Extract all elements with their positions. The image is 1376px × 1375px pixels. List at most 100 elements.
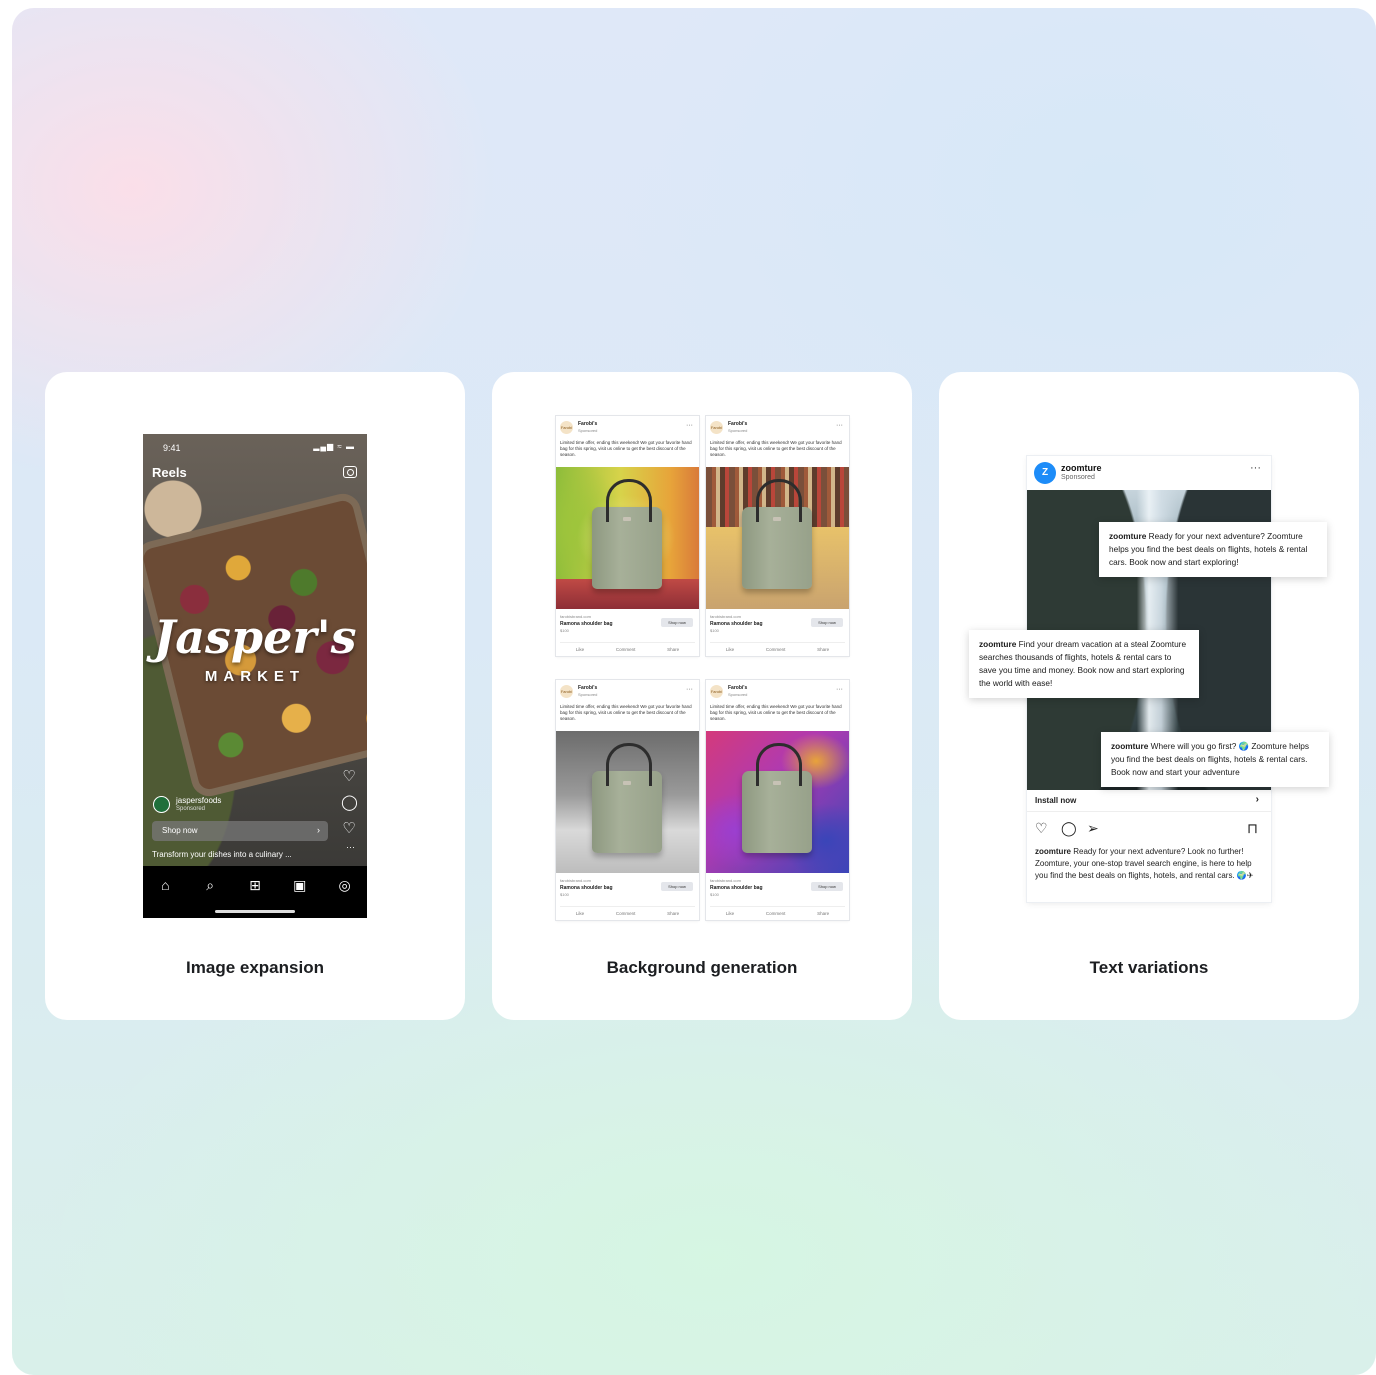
ad-preview: Farobi Farobi's Sponsored ··· Limited time …: [706, 680, 849, 920]
ad-domain: farobisbrand.com: [560, 614, 591, 619]
shop-now-label: Shop now: [162, 826, 198, 835]
ad-image-colorful-paint: [706, 731, 849, 873]
like-button[interactable]: Like: [576, 911, 584, 916]
sponsored-label: Sponsored: [578, 428, 598, 433]
share-button[interactable]: Share: [667, 647, 679, 652]
more-icon[interactable]: ···: [686, 422, 693, 429]
avatar[interactable]: [153, 796, 170, 813]
card-title: Image expansion: [186, 958, 324, 977]
share-button[interactable]: Share: [817, 647, 829, 652]
heart-icon[interactable]: ♡: [341, 764, 357, 790]
more-icon[interactable]: ···: [836, 686, 843, 693]
ad-product: Ramona shoulder bag: [710, 885, 763, 891]
sponsored-label: Sponsored: [578, 692, 598, 697]
shop-now-button[interactable]: Shop now: [661, 618, 693, 627]
profile-icon[interactable]: ◎: [335, 877, 355, 894]
ad-copy: Limited time offer, ending this weekend!…: [560, 704, 692, 721]
shop-now-button[interactable]: Shop now: [811, 882, 843, 891]
shoulder-bag: [592, 743, 662, 853]
shoulder-bag: [592, 479, 662, 589]
create-icon[interactable]: ⊞: [245, 877, 265, 894]
ad-copy: Limited time offer, ending this weekend!…: [710, 704, 842, 721]
comment-button[interactable]: Comment: [766, 911, 786, 916]
ad-product: Ramona shoulder bag: [560, 885, 613, 891]
text-variation-bubble: zoomture Find your dream vacation at a s…: [969, 630, 1199, 698]
share-button[interactable]: Share: [667, 911, 679, 916]
comment-icon[interactable]: ◯: [341, 790, 358, 816]
ad-domain: farobisbrand.com: [560, 878, 591, 883]
image-expansion-card: 9:41 ▂▄▆ ≈ ▬ Reels Jasper's MARKET ♡ ◯ ♡…: [45, 372, 465, 1020]
ad-page-name: Farobi's: [728, 685, 748, 691]
status-time: 9:41: [163, 443, 181, 453]
bottom-nav: ⌂ ⌕ ⊞ ▣ ◎: [143, 870, 367, 900]
comment-button[interactable]: Comment: [766, 647, 786, 652]
sponsored-label: Sponsored: [728, 428, 748, 433]
heart-icon[interactable]: ♡: [1035, 820, 1048, 837]
camera-icon[interactable]: [343, 466, 357, 478]
share-icon[interactable]: ♡: [341, 816, 357, 842]
brand-logo: Farobi: [710, 421, 723, 434]
home-icon[interactable]: ⌂: [155, 877, 175, 893]
ad-domain: farobisbrand.com: [710, 614, 741, 619]
shoulder-bag: [742, 479, 812, 589]
reel-caption[interactable]: Transform your dishes into a culinary ..…: [152, 850, 292, 859]
reel-phone-mockup: 9:41 ▂▄▆ ≈ ▬ Reels Jasper's MARKET ♡ ◯ ♡…: [143, 434, 367, 918]
card-title: Background generation: [606, 958, 798, 977]
home-indicator: [215, 910, 295, 913]
brand-logo-subtext: MARKET: [204, 668, 306, 685]
ad-product: Ramona shoulder bag: [560, 621, 613, 627]
brand-logo-text: Jasper's: [153, 610, 357, 664]
install-now-button[interactable]: Install now ›: [1027, 790, 1271, 812]
shop-now-button[interactable]: Shop now: [661, 882, 693, 891]
reels-icon[interactable]: ▣: [290, 877, 310, 894]
comment-button[interactable]: Comment: [616, 911, 636, 916]
ad-preview: Farobi Farobi's Sponsored ··· Limited time …: [706, 416, 849, 656]
ad-domain: farobisbrand.com: [710, 878, 741, 883]
install-now-label: Install now: [1035, 796, 1077, 805]
like-button[interactable]: Like: [576, 647, 584, 652]
bookmark-icon[interactable]: ⊓: [1247, 820, 1258, 837]
reels-title: Reels: [152, 465, 187, 480]
like-button[interactable]: Like: [726, 647, 734, 652]
post-actions: ♡ ◯ ➢ ⊓: [1035, 820, 1263, 838]
ad-price: $100: [560, 628, 569, 633]
background-generation-card: Farobi Farobi's Sponsored ··· Limited time …: [492, 372, 912, 1020]
sponsored-label: Sponsored: [176, 806, 206, 812]
reel-actions: ♡ ◯ ♡: [341, 764, 358, 842]
ad-page-name: Farobi's: [728, 421, 748, 427]
search-icon[interactable]: ⌕: [200, 877, 220, 894]
text-variation-bubble: zoomture Where will you go first? 🌍 Zoom…: [1101, 732, 1329, 787]
more-icon[interactable]: ···: [346, 842, 355, 852]
ad-price: $100: [710, 628, 719, 633]
ad-image-bookshelf: [706, 467, 849, 609]
comment-button[interactable]: Comment: [616, 647, 636, 652]
ad-price: $100: [560, 892, 569, 897]
brand-logo: Farobi: [560, 685, 573, 698]
ad-page-name: Farobi's: [578, 421, 598, 427]
shop-now-button[interactable]: Shop now ›: [152, 821, 328, 841]
variation-brand: zoomture: [979, 639, 1017, 649]
post-account-name[interactable]: zoomture: [1061, 463, 1102, 473]
comment-icon[interactable]: ◯: [1061, 820, 1077, 837]
sponsored-label: Sponsored: [728, 692, 748, 697]
share-button[interactable]: Share: [817, 911, 829, 916]
card-title: Text variations: [1089, 958, 1209, 977]
ad-image-yellow-green: [556, 467, 699, 609]
chevron-right-icon: ›: [1255, 794, 1259, 805]
more-icon[interactable]: ···: [836, 422, 843, 429]
variation-brand: zoomture: [1109, 531, 1147, 541]
ad-copy: Limited time offer, ending this weekend!…: [560, 440, 692, 457]
more-icon[interactable]: ···: [686, 686, 693, 693]
avatar[interactable]: Z: [1034, 462, 1056, 484]
shop-now-button[interactable]: Shop now: [811, 618, 843, 627]
send-icon[interactable]: ➢: [1087, 820, 1099, 837]
more-icon[interactable]: ···: [1250, 462, 1261, 474]
ad-product: Ramona shoulder bag: [710, 621, 763, 627]
chevron-right-icon: ›: [317, 825, 320, 835]
like-button[interactable]: Like: [726, 911, 734, 916]
reel-handle[interactable]: jaspersfoods: [176, 796, 221, 805]
text-variation-bubble: zoomture Ready for your next adventure? …: [1099, 522, 1327, 577]
ad-preview: Farobi Farobi's Sponsored ··· Limited time …: [556, 416, 699, 656]
status-icons: ▂▄▆ ≈ ▬: [313, 442, 355, 451]
ad-copy: Limited time offer, ending this weekend!…: [710, 440, 842, 457]
